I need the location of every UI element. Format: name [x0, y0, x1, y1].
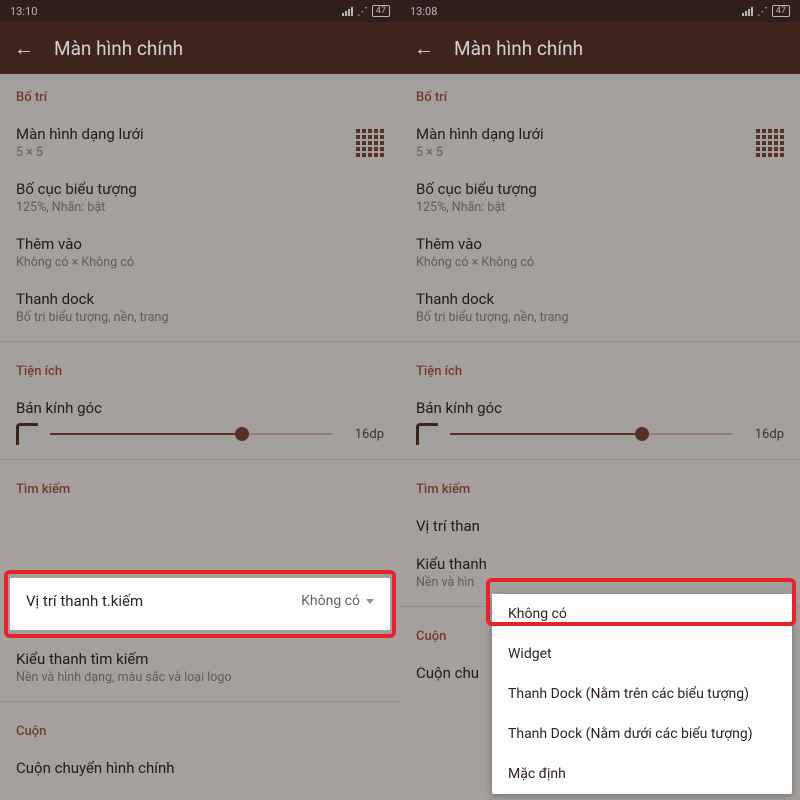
item-sub: 5 × 5	[16, 145, 144, 160]
item-grid[interactable]: Màn hình dạng lưới 5 × 5	[416, 115, 784, 170]
item-sub: Nền và hình dạng, màu sắc và loại logo	[16, 670, 384, 685]
battery-indicator: 47	[372, 5, 390, 17]
radius-value: 16dp	[744, 427, 784, 442]
item-sub: Bố trí biểu tượng, nền, trang	[416, 310, 784, 325]
dropdown-option[interactable]: Không có	[492, 594, 792, 634]
dropdown-option[interactable]: Mặc định	[492, 754, 792, 794]
app-bar: ← Màn hình chính	[0, 22, 400, 74]
status-bar: 13:10 ⋰ 47	[0, 0, 400, 22]
item-search-pos-truncated[interactable]: Vị trí than	[416, 507, 784, 545]
corner-icon	[16, 423, 38, 445]
item-title: Bố cục biểu tượng	[16, 180, 384, 198]
dropdown-popup: Không có Widget Thanh Dock (Nằm trên các…	[492, 594, 792, 794]
grid-icon	[356, 129, 384, 157]
signal-icon	[742, 7, 753, 16]
item-radius[interactable]: Bán kính góc	[16, 389, 384, 419]
item-grid[interactable]: Màn hình dạng lưới 5 × 5	[16, 115, 384, 170]
item-title: Vị trí than	[416, 517, 784, 535]
signal-icon	[342, 7, 353, 16]
item-sub: Bố trí biểu tượng, nền, trang	[16, 310, 384, 325]
section-scroll: Cuộn	[16, 708, 384, 749]
wifi-icon: ⋰	[757, 5, 768, 18]
grid-icon	[756, 129, 784, 157]
page-title: Màn hình chính	[454, 37, 583, 60]
phone-left: 13:10 ⋰ 47 ← Màn hình chính Bố trí Màn h…	[0, 0, 400, 800]
item-scroll[interactable]: Cuộn chuyển hình chính	[16, 749, 384, 787]
app-bar: ← Màn hình chính	[400, 22, 800, 74]
divider	[0, 341, 400, 342]
divider	[400, 459, 800, 460]
item-title: Thêm vào	[16, 235, 384, 253]
divider	[0, 459, 400, 460]
section-widget: Tiện ích	[416, 348, 784, 389]
item-icon-layout[interactable]: Bố cục biểu tượng 125%, Nhãn: bật	[16, 170, 384, 225]
section-layout: Bố trí	[16, 74, 384, 115]
item-sub: 125%, Nhãn: bật	[16, 200, 384, 215]
dropdown-option[interactable]: Thanh Dock (Nằm trên các biểu tượng)	[492, 674, 792, 714]
item-sub: Nền và hìn	[416, 575, 784, 590]
item-title: Thêm vào	[416, 235, 784, 253]
radius-value: 16dp	[344, 427, 384, 442]
status-time: 13:08	[410, 5, 437, 18]
item-title: Màn hình dạng lưới	[16, 125, 144, 143]
item-add[interactable]: Thêm vào Không có × Không có	[16, 225, 384, 280]
item-title: Bán kính góc	[416, 399, 784, 417]
status-right: ⋰ 47	[742, 5, 790, 18]
item-sub: Không có × Không có	[416, 255, 784, 270]
corner-icon	[416, 423, 438, 445]
radius-slider[interactable]	[450, 433, 732, 435]
section-search: Tìm kiếm	[16, 466, 384, 507]
item-dock[interactable]: Thanh dock Bố trí biểu tượng, nền, trang	[416, 280, 784, 335]
wifi-icon: ⋰	[357, 5, 368, 18]
search-pos-value[interactable]: Không có	[301, 593, 374, 609]
item-radius[interactable]: Bán kính góc	[416, 389, 784, 419]
back-icon[interactable]: ←	[414, 36, 434, 61]
item-sub: Không có × Không có	[16, 255, 384, 270]
slider-thumb[interactable]	[235, 427, 249, 441]
item-title: Bố cục biểu tượng	[416, 180, 784, 198]
section-layout: Bố trí	[416, 74, 784, 115]
back-icon[interactable]: ←	[14, 36, 34, 61]
page-title: Màn hình chính	[54, 37, 183, 60]
item-title: Màn hình dạng lưới	[416, 125, 544, 143]
phone-right: 13:08 ⋰ 47 ← Màn hình chính Bố trí Màn h…	[400, 0, 800, 800]
status-right: ⋰ 47	[342, 5, 390, 18]
search-position-row[interactable]: Vị trí thanh t.kiếm Không có	[10, 578, 390, 624]
divider	[400, 341, 800, 342]
status-bar: 13:08 ⋰ 47	[400, 0, 800, 22]
search-pos-title: Vị trí thanh t.kiếm	[26, 592, 143, 610]
item-sub: 5 × 5	[416, 145, 544, 160]
item-search-style-truncated[interactable]: Kiểu thanh Nền và hìn	[416, 545, 784, 600]
item-add[interactable]: Thêm vào Không có × Không có	[416, 225, 784, 280]
chevron-down-icon	[366, 599, 374, 604]
item-sub: 125%, Nhãn: bật	[416, 200, 784, 215]
section-widget: Tiện ích	[16, 348, 384, 389]
item-title: Thanh dock	[16, 290, 384, 308]
settings-content: Bố trí Màn hình dạng lưới 5 × 5 Bố cục b…	[0, 74, 400, 507]
divider	[0, 701, 400, 702]
item-title: Thanh dock	[416, 290, 784, 308]
item-title: Kiểu thanh tìm kiếm	[16, 650, 384, 668]
radius-slider-row: 16dp	[16, 419, 384, 453]
item-search-style[interactable]: Kiểu thanh tìm kiếm Nền và hình dạng, mà…	[16, 640, 384, 695]
item-title: Kiểu thanh	[416, 555, 784, 573]
item-title: Bán kính góc	[16, 399, 384, 417]
item-icon-layout[interactable]: Bố cục biểu tượng 125%, Nhãn: bật	[416, 170, 784, 225]
dropdown-option[interactable]: Thanh Dock (Nằm dưới các biểu tượng)	[492, 714, 792, 754]
battery-indicator: 47	[772, 5, 790, 17]
radius-slider-row: 16dp	[416, 419, 784, 453]
status-time: 13:10	[10, 5, 37, 18]
radius-slider[interactable]	[50, 433, 332, 435]
section-search: Tìm kiếm	[416, 466, 784, 507]
item-dock[interactable]: Thanh dock Bố trí biểu tượng, nền, trang	[16, 280, 384, 335]
item-title: Cuộn chuyển hình chính	[16, 759, 384, 777]
slider-thumb[interactable]	[635, 427, 649, 441]
settings-content-2: Kiểu thanh tìm kiếm Nền và hình dạng, mà…	[0, 640, 400, 787]
dropdown-option[interactable]: Widget	[492, 634, 792, 674]
